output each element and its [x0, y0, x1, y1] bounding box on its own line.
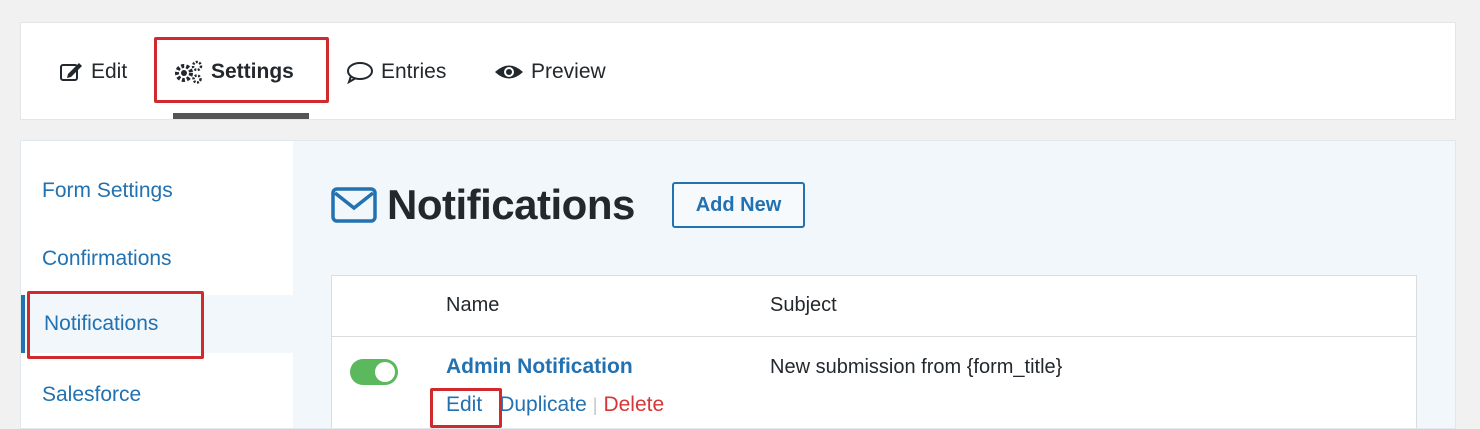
- sidebar-item-label: Salesforce: [42, 383, 142, 406]
- sidebar-item-form-settings[interactable]: Form Settings: [21, 157, 293, 225]
- notifications-highlight-box: [27, 291, 204, 359]
- column-header-subject: Subject: [770, 294, 837, 316]
- duplicate-link[interactable]: Duplicate: [499, 393, 587, 417]
- tab-preview-label: Preview: [531, 60, 606, 83]
- notification-name-link[interactable]: Admin Notification: [446, 355, 633, 379]
- toggle-knob: [375, 362, 395, 382]
- table-header: Name Subject: [332, 276, 1416, 337]
- notification-enabled-toggle[interactable]: [350, 359, 398, 385]
- settings-sidebar: Form Settings Confirmations Notification…: [21, 141, 293, 428]
- form-toolbar: Edit Settings Entries Preview: [20, 22, 1456, 120]
- tab-entries[interactable]: Entries: [345, 23, 446, 121]
- active-tab-indicator: [173, 113, 309, 119]
- sidebar-item-confirmations[interactable]: Confirmations: [21, 225, 293, 293]
- column-header-name: Name: [446, 294, 500, 316]
- notifications-table: Name Subject Admin Notification New subm…: [331, 275, 1417, 428]
- page-title-text: Notifications: [387, 181, 635, 228]
- envelope-icon: [331, 187, 377, 223]
- comment-icon: [345, 60, 375, 84]
- settings-panel: Form Settings Confirmations Notification…: [20, 140, 1456, 429]
- tab-preview[interactable]: Preview: [493, 23, 606, 121]
- add-new-button[interactable]: Add New: [672, 182, 805, 228]
- page-title: Notifications: [331, 181, 635, 229]
- action-separator: |: [592, 394, 598, 415]
- sidebar-item-salesforce[interactable]: Salesforce: [21, 361, 293, 428]
- eye-icon: [493, 61, 525, 83]
- notification-subject: New submission from {form_title}: [770, 356, 1063, 378]
- tab-entries-label: Entries: [381, 60, 447, 83]
- edit-icon: [59, 61, 85, 83]
- edit-highlight-box: [430, 388, 502, 428]
- tab-edit-label: Edit: [91, 60, 128, 83]
- tab-edit[interactable]: Edit: [59, 23, 127, 121]
- delete-link[interactable]: Delete: [603, 393, 664, 417]
- sidebar-item-label: Form Settings: [42, 179, 173, 202]
- sidebar-item-label: Confirmations: [42, 247, 172, 270]
- settings-highlight-box: [154, 37, 329, 103]
